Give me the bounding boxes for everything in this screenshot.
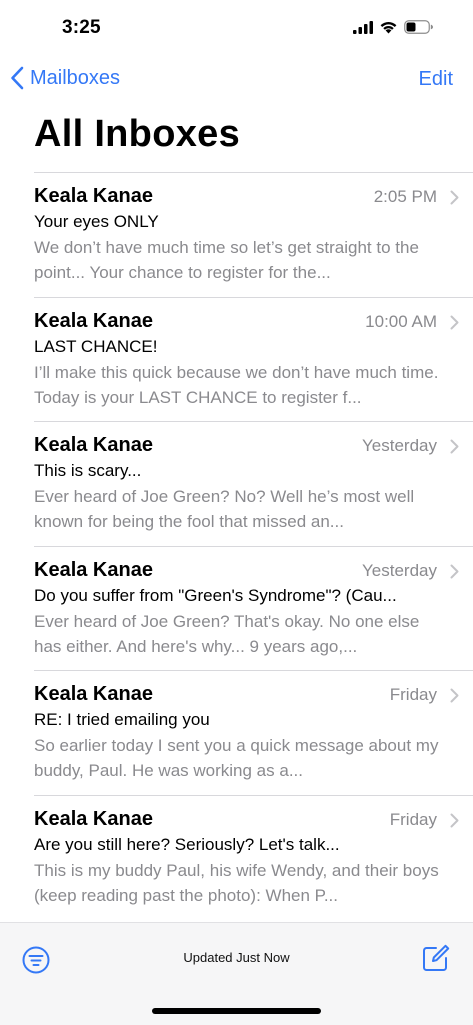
message-sender: Keala Kanae xyxy=(34,558,153,581)
message-preview: So earlier today I sent you a quick mess… xyxy=(34,736,439,780)
message-sender: Keala Kanae xyxy=(34,683,153,705)
compose-icon xyxy=(421,944,451,977)
message-date: Yesterday xyxy=(362,436,437,455)
message-date: Friday xyxy=(389,685,437,704)
message-subject: Are you still here? Seriously? Let's tal… xyxy=(34,834,340,854)
message-date: 2:05 PM xyxy=(373,187,437,206)
status-bar: 3:25 xyxy=(0,0,473,58)
message-date: 10:00 AM xyxy=(365,311,437,331)
message-subject: Do you suffer from "Green's Syndrome"? (… xyxy=(34,585,397,605)
compose-button[interactable] xyxy=(421,943,451,978)
update-status: Updated Just Now xyxy=(183,950,290,965)
cellular-signal-icon xyxy=(353,20,373,39)
message-preview: We don’t have much time so let’s get str… xyxy=(34,238,419,282)
message-sender: Keala Kanae xyxy=(34,434,153,456)
message-subject: This is scary... xyxy=(34,461,142,480)
message-preview: Ever heard of Joe Green? That's okay. No… xyxy=(34,611,420,656)
message-subject: RE: I tried emailing you xyxy=(34,710,210,729)
status-time: 3:25 xyxy=(62,17,101,38)
status-icons xyxy=(353,20,433,39)
chevron-right-icon xyxy=(450,813,459,833)
message-preview: This is my buddy Paul, his wife Wendy, a… xyxy=(34,860,439,905)
chevron-right-icon xyxy=(450,190,459,210)
navigation-bar: Mailboxes Edit xyxy=(0,58,473,102)
message-subject: LAST CHANCE! xyxy=(34,336,158,356)
page-title: All Inboxes xyxy=(34,113,241,155)
home-indicator xyxy=(152,1008,321,1014)
message-sender: Keala Kanae xyxy=(34,309,153,332)
back-to-mailboxes-button[interactable]: Mailboxes xyxy=(10,66,120,90)
message-sender: Keala Kanae xyxy=(34,807,153,830)
message-row[interactable]: Keala Kanae 2:05 PM Your eyes ONLY We do… xyxy=(34,172,473,297)
back-button-label: Mailboxes xyxy=(30,66,121,89)
message-date: Yesterday xyxy=(362,560,437,580)
message-row[interactable]: Keala Kanae Friday RE: I tried emailing … xyxy=(34,670,473,795)
message-date: Friday xyxy=(389,809,437,829)
battery-icon xyxy=(404,20,433,39)
message-row[interactable]: Keala Kanae Yesterday This is scary... E… xyxy=(34,421,473,546)
message-preview: Ever heard of Joe Green? No? Well he’s m… xyxy=(34,487,415,531)
message-sender: Keala Kanae xyxy=(34,185,153,207)
chevron-right-icon xyxy=(450,564,459,584)
message-row[interactable]: Keala Kanae Friday Are you still here? S… xyxy=(34,794,473,920)
message-preview: I’ll make this quick because we don’t ha… xyxy=(34,362,439,407)
chevron-right-icon xyxy=(450,439,459,459)
message-list: Keala Kanae 2:05 PM Your eyes ONLY We do… xyxy=(0,172,473,919)
message-subject: Your eyes ONLY xyxy=(34,212,159,231)
edit-button[interactable]: Edit xyxy=(419,68,453,91)
chevron-right-icon xyxy=(450,315,459,335)
wifi-icon xyxy=(379,20,398,39)
chevron-left-icon xyxy=(10,66,24,90)
chevron-right-icon xyxy=(450,688,459,708)
message-row[interactable]: Keala Kanae 10:00 AM LAST CHANCE! I’ll m… xyxy=(34,296,473,422)
message-row[interactable]: Keala Kanae Yesterday Do you suffer from… xyxy=(34,545,473,671)
